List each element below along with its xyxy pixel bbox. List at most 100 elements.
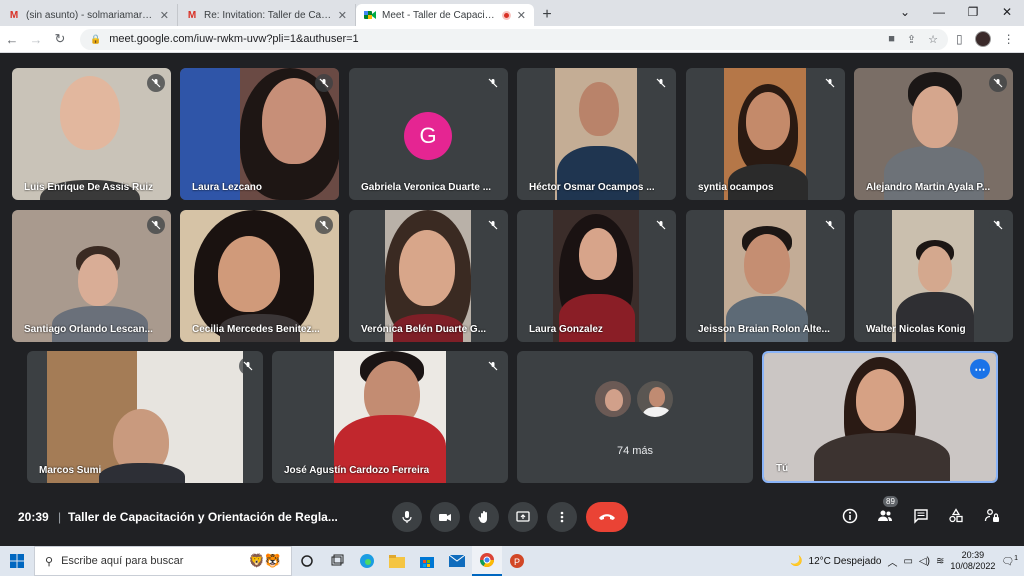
- participant-tile[interactable]: Cecilia Mercedes Benitez...: [180, 210, 339, 342]
- host-controls-button[interactable]: [982, 506, 1002, 526]
- muted-mic-icon: [484, 357, 502, 375]
- powerpoint-icon[interactable]: P: [502, 546, 532, 576]
- participant-tile[interactable]: Alejandro Martin Ayala P...: [854, 68, 1013, 200]
- participant-name: syntia ocampos: [698, 182, 774, 193]
- notifications-icon[interactable]: 🗨1: [1001, 555, 1018, 567]
- gmail-icon: M: [9, 9, 19, 21]
- window-controls: ⌄ — ❐ ✕: [888, 0, 1024, 24]
- gmail-icon: M: [187, 9, 197, 21]
- participant-tile[interactable]: syntia ocampos: [686, 68, 845, 200]
- bookmark-star-icon[interactable]: ☆: [928, 33, 938, 46]
- participant-tile[interactable]: Walter Nicolas Konig: [854, 210, 1013, 342]
- windows-logo-icon: [10, 554, 24, 568]
- muted-mic-icon: [147, 216, 165, 234]
- close-tab-icon[interactable]: ✕: [517, 9, 526, 22]
- more-options-button[interactable]: [547, 502, 577, 532]
- hand-icon: [478, 511, 487, 523]
- mail-icon[interactable]: [442, 546, 472, 576]
- avatar: [635, 379, 675, 419]
- side-panel-icon[interactable]: ▯: [956, 32, 963, 46]
- present-screen-button[interactable]: [508, 502, 538, 532]
- participant-tile[interactable]: José Agustín Cardozo Ferreira: [272, 351, 508, 483]
- browser-tab-meet[interactable]: Meet - Taller de Capacitació ✕: [356, 4, 534, 26]
- camera-icon[interactable]: ■: [888, 33, 895, 45]
- search-highlight-icon: 🦁🐯: [248, 553, 281, 568]
- activities-button[interactable]: [946, 506, 966, 526]
- participant-tile[interactable]: Laura Lezcano: [180, 68, 339, 200]
- search-icon: ⚲: [45, 555, 54, 568]
- participant-tile[interactable]: Jeisson Braian Rolon Alte...: [686, 210, 845, 342]
- participant-name: Marcos Sumi: [39, 465, 102, 476]
- back-icon[interactable]: ←: [0, 32, 24, 47]
- chevron-up-icon[interactable]: ︿: [887, 554, 897, 569]
- more-participants-label: 74 más: [616, 445, 654, 457]
- close-window-button[interactable]: ✕: [990, 5, 1024, 19]
- muted-mic-icon: [821, 216, 839, 234]
- participant-name: Verónica Belén Duarte G...: [361, 324, 487, 335]
- wifi-icon[interactable]: ≋: [936, 556, 944, 567]
- chat-button[interactable]: [911, 506, 931, 526]
- participant-tile[interactable]: Santiago Orlando Lescan...: [12, 210, 171, 342]
- people-count-badge: 89: [883, 496, 898, 507]
- address-bar-row: ← → ↻ 🔒 meet.google.com/iuw-rwkm-uvw?pli…: [0, 26, 1024, 53]
- participant-tile[interactable]: Héctor Osmar Ocampos ...: [517, 68, 676, 200]
- participant-tile[interactable]: Verónica Belén Duarte G...: [349, 210, 508, 342]
- muted-mic-icon: [484, 216, 502, 234]
- share-icon[interactable]: ⇪: [907, 33, 916, 46]
- chrome-icon[interactable]: [472, 546, 502, 576]
- taskbar-search[interactable]: ⚲ Escribe aquí para buscar 🦁🐯: [34, 546, 292, 576]
- volume-icon[interactable]: ◁): [919, 556, 930, 567]
- restore-button[interactable]: ❐: [956, 5, 990, 19]
- camera-button[interactable]: [430, 502, 460, 532]
- cortana-icon[interactable]: [292, 546, 322, 576]
- muted-mic-icon: [147, 74, 165, 92]
- clock-date: 10/08/2022: [950, 561, 996, 571]
- participant-name: Alejandro Martin Ayala P...: [866, 182, 991, 193]
- menu-kebab-icon[interactable]: ⋮: [1003, 32, 1015, 46]
- others-tile[interactable]: 74 más: [517, 351, 753, 483]
- participant-tile[interactable]: Marcos Sumi: [27, 351, 263, 483]
- more-options-button[interactable]: ⋯: [970, 359, 990, 379]
- muted-mic-icon: [315, 216, 333, 234]
- tab-search-icon[interactable]: ⌄: [888, 5, 922, 19]
- people-button[interactable]: 89: [875, 496, 898, 526]
- participant-name: Gabriela Veronica Duarte ...: [361, 182, 492, 193]
- reload-icon[interactable]: ↻: [48, 31, 72, 47]
- network-icon[interactable]: ▭: [903, 556, 912, 567]
- browser-tab-gmail-2[interactable]: M Re: Invitation: Taller de Capacitació …: [178, 4, 356, 26]
- store-icon[interactable]: [412, 546, 442, 576]
- system-tray: 🌙 12°C Despejado ︿ ▭ ◁) ≋ 20:39 10/08/20…: [790, 546, 1024, 576]
- new-tab-button[interactable]: +: [534, 6, 560, 24]
- muted-mic-icon: [315, 74, 333, 92]
- profile-avatar[interactable]: [974, 31, 991, 47]
- url-field[interactable]: 🔒 meet.google.com/iuw-rwkm-uvw?pli=1&aut…: [80, 28, 948, 50]
- url-text: meet.google.com/iuw-rwkm-uvw?pli=1&authu…: [109, 33, 359, 45]
- microphone-button[interactable]: [392, 502, 422, 532]
- lock-icon: 🔒: [90, 33, 102, 44]
- participant-name: José Agustín Cardozo Ferreira: [284, 465, 430, 476]
- minimize-button[interactable]: —: [922, 5, 956, 19]
- system-clock[interactable]: 20:39 10/08/2022: [950, 550, 995, 572]
- participant-name: Héctor Osmar Ocampos ...: [529, 182, 655, 193]
- browser-tab-gmail-1[interactable]: M (sin asunto) - solmariamartinezve ✕: [0, 4, 178, 26]
- start-button[interactable]: [0, 554, 34, 568]
- raise-hand-button[interactable]: [469, 502, 499, 532]
- muted-mic-icon: [652, 216, 670, 234]
- leave-call-button[interactable]: [586, 502, 628, 532]
- meeting-title: Taller de Capacitación y Orientación de …: [68, 510, 338, 524]
- self-tile[interactable]: ⋯ Tú: [762, 351, 998, 483]
- task-view-icon[interactable]: [322, 546, 352, 576]
- close-tab-icon[interactable]: ✕: [160, 9, 169, 22]
- meeting-details-button[interactable]: [840, 506, 860, 526]
- weather-text[interactable]: 12°C Despejado: [809, 556, 882, 567]
- forward-icon[interactable]: →: [24, 32, 48, 47]
- participant-tile[interactable]: Laura Gonzalez: [517, 210, 676, 342]
- muted-mic-icon: [989, 74, 1007, 92]
- participant-tile[interactable]: Luis Enrique De Assis Ruiz: [12, 68, 171, 200]
- file-explorer-icon[interactable]: [382, 546, 412, 576]
- meet-icon: [364, 10, 376, 20]
- edge-icon[interactable]: [352, 546, 382, 576]
- close-tab-icon[interactable]: ✕: [338, 9, 347, 22]
- participant-tile[interactable]: G Gabriela Veronica Duarte ...: [349, 68, 508, 200]
- tab-title: Re: Invitation: Taller de Capacitació: [204, 9, 332, 21]
